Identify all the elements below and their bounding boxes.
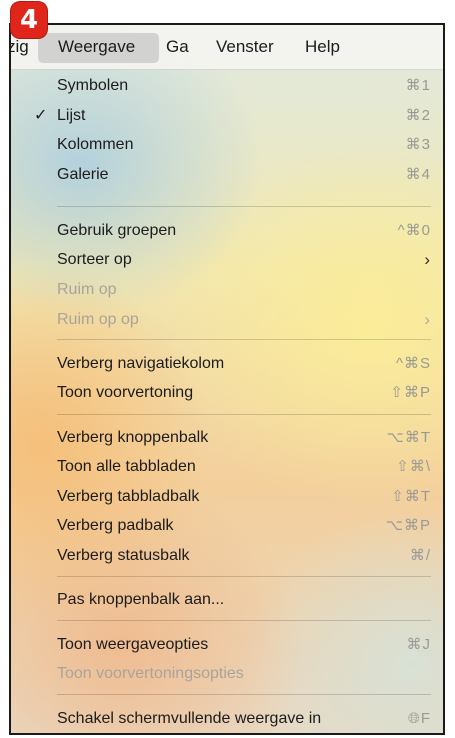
shortcut-text: ⌘1 (405, 77, 431, 94)
menu-item-clean-up-by: Ruim op op › (11, 305, 443, 334)
menu-item-list[interactable]: ✓ Lijst ⌘2 (11, 101, 443, 130)
menu-separator (57, 576, 431, 577)
step-number-badge: 4 (11, 2, 47, 38)
menu-item-hide-path-bar[interactable]: Verberg padbalk ⌥⌘P (11, 511, 443, 540)
menu-separator (57, 414, 431, 415)
finder-window-crop: zig Weergave Ga Venster Help Symbolen ⌘1… (9, 23, 445, 735)
shortcut-text: ⌘2 (405, 107, 431, 124)
menu-item-hide-status-bar[interactable]: Verberg statusbalk ⌘/ (11, 541, 443, 570)
menu-item-label: Gebruik groepen (57, 222, 177, 239)
menu-item-label: Symbolen (57, 77, 129, 94)
menu-item-label: Verberg navigatiekolom (57, 355, 225, 372)
menu-item-show-preview-options: Toon voorvertoningsopties (11, 659, 443, 688)
shortcut-text: ⌥⌘T (386, 429, 431, 446)
menu-item-label: Toon voorvertoningsopties (57, 665, 244, 682)
menu-item-show-all-tabs[interactable]: Toon alle tabbladen ⇧⌘\ (11, 452, 443, 481)
shortcut-text: ⌘3 (405, 136, 431, 153)
shortcut-text: ⇧⌘\ (396, 458, 431, 475)
menu-item-label: Galerie (57, 166, 109, 183)
menu-item-label: Verberg knoppenbalk (57, 429, 209, 446)
globe-shortcut-text: 🌐︎F (407, 710, 431, 727)
menu-bar-item-window[interactable]: Venster (216, 25, 274, 69)
menu-item-label: Ruim op op (57, 311, 139, 328)
menu-item-show-preview[interactable]: Toon voorvertoning ⇧⌘P (11, 378, 443, 407)
shortcut-text: ^⌘0 (397, 222, 431, 239)
menu-item-enter-full-screen[interactable]: Schakel schermvullende weergave in 🌐︎F (11, 704, 443, 733)
menu-item-gallery[interactable]: Galerie ⌘4 (11, 160, 443, 189)
menu-item-label: Kolommen (57, 136, 134, 153)
menu-item-label: Schakel schermvullende weergave in (57, 710, 322, 727)
menu-separator (57, 694, 431, 695)
menu-bar: zig Weergave Ga Venster Help (11, 25, 443, 70)
menu-item-label: Pas knoppenbalk aan... (57, 591, 225, 608)
shortcut-text: ^⌘S (395, 355, 431, 372)
menu-item-sort-by[interactable]: Sorteer op › (11, 245, 443, 274)
menu-item-hide-sidebar[interactable]: Verberg navigatiekolom ^⌘S (11, 349, 443, 378)
shortcut-text: ⇧⌘T (391, 488, 431, 505)
menu-item-label: Toon alle tabbladen (57, 458, 196, 475)
menu-item-show-view-options[interactable]: Toon weergaveopties ⌘J (11, 630, 443, 659)
menu-item-label: Verberg tabbladbalk (57, 488, 200, 505)
menu-item-icons[interactable]: Symbolen ⌘1 (11, 71, 443, 100)
menu-bar-item-view[interactable]: Weergave (58, 25, 135, 69)
menu-item-label: Lijst (57, 107, 86, 124)
menu-item-use-groups[interactable]: Gebruik groepen ^⌘0 (11, 216, 443, 245)
shortcut-text: ⌘4 (405, 166, 431, 183)
menu-item-label: Ruim op (57, 281, 117, 298)
menu-item-hide-tab-bar[interactable]: Verberg tabbladbalk ⇧⌘T (11, 482, 443, 511)
menu-item-label: Toon voorvertoning (57, 384, 194, 401)
menu-item-clean-up: Ruim op (11, 275, 443, 304)
view-menu-dropdown: Symbolen ⌘1 ✓ Lijst ⌘2 Kolommen ⌘3 Galer… (11, 70, 443, 733)
menu-item-customize-toolbar[interactable]: Pas knoppenbalk aan... (11, 585, 443, 614)
shortcut-text: ⌥⌘P (385, 517, 431, 534)
menu-item-label: Sorteer op (57, 251, 132, 268)
shortcut-text: ⌘/ (409, 547, 431, 564)
menu-item-hide-toolbar[interactable]: Verberg knoppenbalk ⌥⌘T (11, 423, 443, 452)
checkmark-icon: ✓ (34, 107, 48, 124)
shortcut-text: ⌘J (406, 636, 431, 653)
shortcut-text: ⇧⌘P (390, 384, 431, 401)
chevron-right-icon: › (424, 250, 430, 269)
menu-separator (57, 206, 431, 207)
menu-item-label: Toon weergaveopties (57, 636, 209, 653)
menu-item-label: Verberg statusbalk (57, 547, 190, 564)
chevron-right-icon: › (424, 310, 430, 329)
menu-bar-item-go[interactable]: Ga (166, 25, 189, 69)
menu-separator (57, 339, 431, 340)
menu-bar-item-help[interactable]: Help (305, 25, 340, 69)
menu-item-label: Verberg padbalk (57, 517, 174, 534)
menu-item-columns[interactable]: Kolommen ⌘3 (11, 130, 443, 159)
menu-separator (57, 620, 431, 621)
